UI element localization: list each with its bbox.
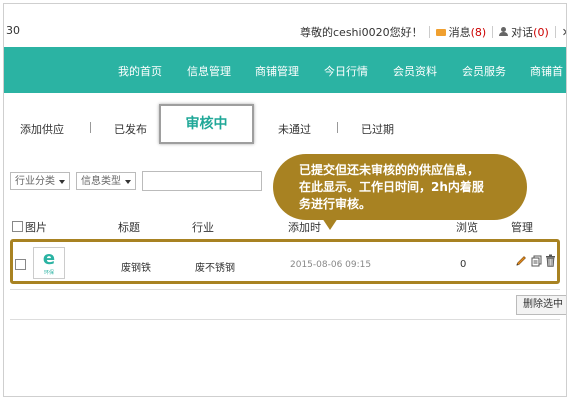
messages-label: 消息 [448, 26, 471, 39]
main-nav: 我的首页 信息管理 商铺管理 今日行情 会员资料 会员服务 商铺首 [4, 47, 566, 93]
thumb-caption: 环保 [43, 270, 54, 276]
dialog-link[interactable]: 对话(0) [499, 24, 549, 40]
hint-callout: 已提交但还未审核的的供应信息， 在此显示。工作日时间，2h内着服 务进行审核。 [273, 154, 527, 220]
row-checkbox[interactable] [15, 259, 26, 270]
divider [492, 26, 494, 38]
greeting-text: 尊敬的ceshi0020您好！ [300, 26, 423, 39]
nav-item-shop-management[interactable]: 商铺管理 [255, 63, 299, 79]
filter-bar: 行业分类 信息类型 [10, 171, 262, 191]
dialog-count: (0) [533, 26, 549, 39]
divider [10, 289, 560, 290]
nav-item-info-management[interactable]: 信息管理 [187, 63, 231, 79]
copy-icon[interactable] [531, 255, 542, 267]
hint-line: 在此显示。工作日时间，2h内着服 [299, 180, 484, 194]
tab-divider [337, 122, 338, 133]
delete-selected-button[interactable]: 删除选中 [516, 295, 566, 315]
hint-line: 已提交但还未审核的的供应信息， [299, 163, 480, 177]
user-icon [499, 27, 509, 36]
nav-item-member-service[interactable]: 会员服务 [462, 63, 506, 79]
nav-item-today-market[interactable]: 今日行情 [324, 63, 368, 79]
header-actions: 管理 [511, 221, 533, 234]
nav-item-home[interactable]: 我的首页 [118, 63, 162, 79]
header-date: 添加时 [288, 221, 321, 234]
info-type-select-value: 信息类型 [81, 176, 121, 187]
dialog-label: 对话 [511, 26, 534, 39]
divider [428, 26, 430, 38]
tab-expired[interactable]: 已过期 [361, 121, 394, 137]
chevron-down-icon [59, 180, 65, 184]
row-industry: 废不锈钢 [195, 263, 235, 274]
mail-icon [435, 29, 446, 36]
header-views: 浏览 [456, 221, 478, 234]
tab-add-supply[interactable]: 添加供应 [20, 121, 64, 137]
table-row: e 环保 废钢铁 废不锈钢 2015-08-06 09:15 0 [10, 239, 560, 284]
tab-under-review[interactable]: 审核中 [159, 104, 254, 144]
edit-icon[interactable] [515, 255, 527, 267]
divider [10, 319, 560, 320]
tab-rejected[interactable]: 未通过 [278, 121, 311, 137]
info-type-select[interactable]: 信息类型 [76, 172, 136, 190]
messages-link[interactable]: 消息(8) [435, 24, 487, 40]
logout-link[interactable]: ✕退 [562, 24, 566, 40]
divider [554, 26, 556, 38]
user-toolbar: 尊敬的ceshi0020您好！ 消息(8) 对话(0) ✕退 [300, 24, 566, 40]
header-title: 标题 [118, 221, 140, 234]
hint-callout-pointer [322, 218, 338, 230]
nav-item-member-profile[interactable]: 会员资料 [393, 63, 437, 79]
chevron-down-icon [125, 180, 131, 184]
header-image-label: 图片 [25, 221, 47, 234]
hint-line: 务进行审核。 [299, 197, 372, 211]
status-tabs: 添加供应 已发布 未通过 已过期 [4, 107, 566, 149]
row-title[interactable]: 废钢铁 [121, 259, 151, 274]
industry-select[interactable]: 行业分类 [10, 172, 70, 190]
close-icon: ✕ [562, 26, 566, 39]
nav-item-shop-home[interactable]: 商铺首 [530, 63, 563, 79]
top-bar: 30 尊敬的ceshi0020您好！ 消息(8) 对话(0) ✕退 [4, 4, 566, 44]
tab-published[interactable]: 已发布 [114, 121, 147, 137]
header-image: 图片 [12, 219, 47, 235]
row-date: 2015-08-06 09:15 [290, 260, 372, 270]
tab-divider [90, 122, 91, 133]
select-all-checkbox[interactable] [12, 221, 23, 232]
top-left-text: 30 [6, 24, 20, 37]
thumb-logo: e [42, 248, 56, 269]
messages-count: (8) [470, 26, 487, 39]
header-industry: 行业 [192, 221, 214, 234]
industry-select-value: 行业分类 [15, 176, 55, 187]
search-input[interactable] [142, 171, 262, 191]
product-thumbnail[interactable]: e 环保 [33, 247, 65, 279]
app-frame: 30 尊敬的ceshi0020您好！ 消息(8) 对话(0) ✕退 我的首页 信… [3, 3, 567, 397]
row-views: 0 [460, 259, 467, 270]
trash-icon[interactable] [545, 254, 556, 267]
